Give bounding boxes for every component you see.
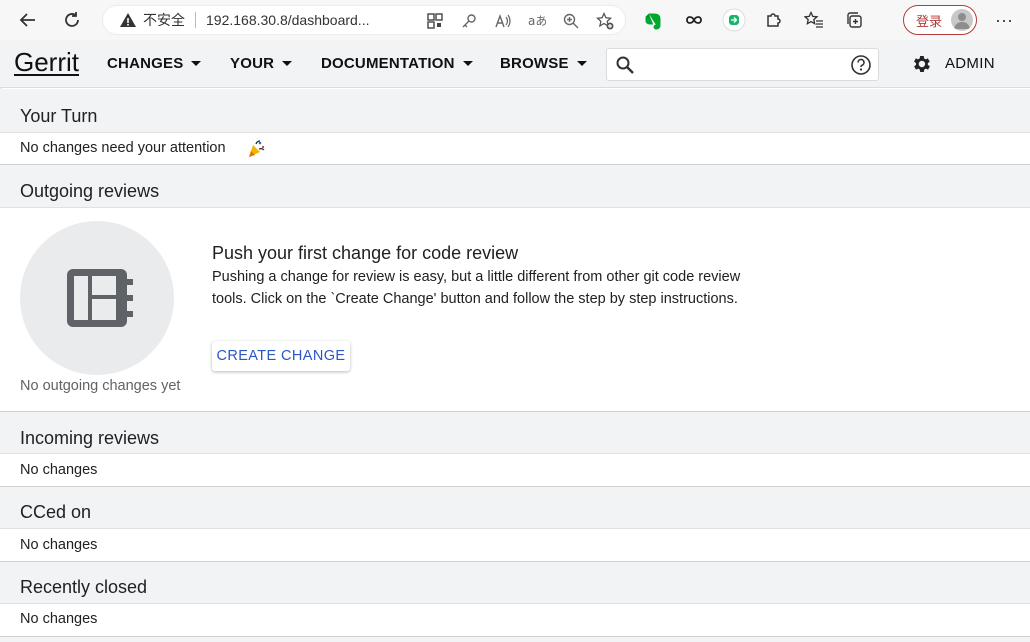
login-button[interactable]: 登录 bbox=[903, 5, 977, 35]
gerrit-logo[interactable]: Gerrit bbox=[14, 47, 79, 78]
gerrit-header: Gerrit CHANGES YOUR DOCUMENTATION BROWSE… bbox=[0, 40, 1030, 88]
empty-state-illustration bbox=[20, 221, 174, 375]
gear-icon[interactable] bbox=[910, 53, 932, 75]
section-title-outgoing: Outgoing reviews bbox=[20, 181, 160, 201]
address-bar[interactable]: 不安全 192.168.30.8/dashboard... aあ bbox=[102, 5, 626, 35]
menu-documentation[interactable]: DOCUMENTATION bbox=[321, 55, 473, 72]
menu-your-label: YOUR bbox=[230, 55, 275, 72]
list-item: No changes bbox=[0, 529, 1030, 562]
evernote-icon[interactable] bbox=[640, 6, 668, 34]
list-item: No changes bbox=[0, 454, 1030, 487]
empty-caption: No outgoing changes yet bbox=[20, 378, 181, 394]
section-footer bbox=[0, 637, 1030, 642]
section-title-your-turn: Your Turn bbox=[20, 106, 98, 126]
section-title-recently-closed: Recently closed bbox=[20, 577, 148, 597]
section-header-cced: CCed on bbox=[0, 487, 1030, 529]
caret-down-icon bbox=[191, 61, 202, 66]
address-separator bbox=[195, 12, 196, 28]
menu-browse-label: BROWSE bbox=[500, 55, 569, 72]
back-icon[interactable] bbox=[14, 6, 42, 34]
zoom-icon[interactable] bbox=[561, 11, 581, 31]
search-icon bbox=[615, 55, 635, 75]
caret-down-icon bbox=[282, 61, 293, 66]
extension-app-icon[interactable] bbox=[720, 6, 748, 34]
help-icon[interactable] bbox=[850, 54, 872, 76]
menu-browse[interactable]: BROWSE bbox=[500, 55, 587, 72]
cced-message: No changes bbox=[20, 537, 98, 553]
profile-avatar-icon bbox=[951, 9, 973, 31]
section-title-incoming: Incoming reviews bbox=[20, 428, 160, 448]
extensions-bar bbox=[640, 6, 868, 34]
infinity-icon[interactable] bbox=[680, 6, 708, 34]
push-description: Pushing a change for review is easy, but… bbox=[212, 269, 741, 307]
section-header-your-turn: Your Turn bbox=[0, 89, 1030, 133]
read-aloud-icon[interactable] bbox=[493, 11, 513, 31]
collections-icon[interactable] bbox=[840, 6, 868, 34]
your-turn-message: No changes need your attention bbox=[20, 140, 226, 156]
key-icon[interactable] bbox=[459, 11, 479, 31]
reload-icon[interactable] bbox=[58, 6, 86, 34]
browser-toolbar: 不安全 192.168.30.8/dashboard... aあ 登录 ··· bbox=[0, 0, 1030, 40]
menu-changes[interactable]: CHANGES bbox=[107, 55, 202, 72]
more-options-button[interactable]: ··· bbox=[990, 6, 1018, 34]
push-title: Push your first change for code review bbox=[212, 243, 519, 263]
recently-closed-message: No changes bbox=[20, 611, 98, 627]
list-item: No changes bbox=[0, 604, 1030, 637]
add-favorite-icon[interactable] bbox=[595, 11, 615, 31]
search-box bbox=[606, 48, 879, 81]
login-label: 登录 bbox=[916, 14, 943, 30]
caret-down-icon bbox=[576, 61, 587, 66]
svg-text:aあ: aあ bbox=[528, 14, 546, 28]
dashboard-layout-icon bbox=[67, 269, 133, 327]
caret-down-icon bbox=[462, 61, 473, 66]
favorites-icon[interactable] bbox=[800, 6, 828, 34]
section-header-incoming: Incoming reviews bbox=[0, 412, 1030, 454]
warning-icon bbox=[119, 11, 137, 29]
incoming-message: No changes bbox=[20, 462, 98, 478]
menu-your[interactable]: YOUR bbox=[230, 55, 293, 72]
insecure-label: 不安全 bbox=[143, 13, 185, 29]
section-header-outgoing: Outgoing reviews bbox=[0, 165, 1030, 208]
menu-changes-label: CHANGES bbox=[107, 55, 184, 72]
account-menu[interactable]: ADMIN bbox=[945, 55, 995, 72]
section-title-cced: CCed on bbox=[20, 502, 92, 522]
grid-icon[interactable] bbox=[425, 11, 445, 31]
section-header-recently-closed: Recently closed bbox=[0, 562, 1030, 604]
create-change-button[interactable]: CREATE CHANGE bbox=[212, 341, 350, 371]
list-item: No changes need your attention bbox=[0, 133, 1030, 165]
translate-icon[interactable]: aあ bbox=[527, 11, 547, 31]
party-popper-icon bbox=[246, 139, 266, 159]
url-text[interactable]: 192.168.30.8/dashboard... bbox=[206, 12, 369, 28]
menu-documentation-label: DOCUMENTATION bbox=[321, 55, 455, 72]
extensions-puzzle-icon[interactable] bbox=[760, 6, 788, 34]
search-input[interactable] bbox=[643, 49, 843, 80]
address-actions: aあ bbox=[425, 11, 615, 31]
